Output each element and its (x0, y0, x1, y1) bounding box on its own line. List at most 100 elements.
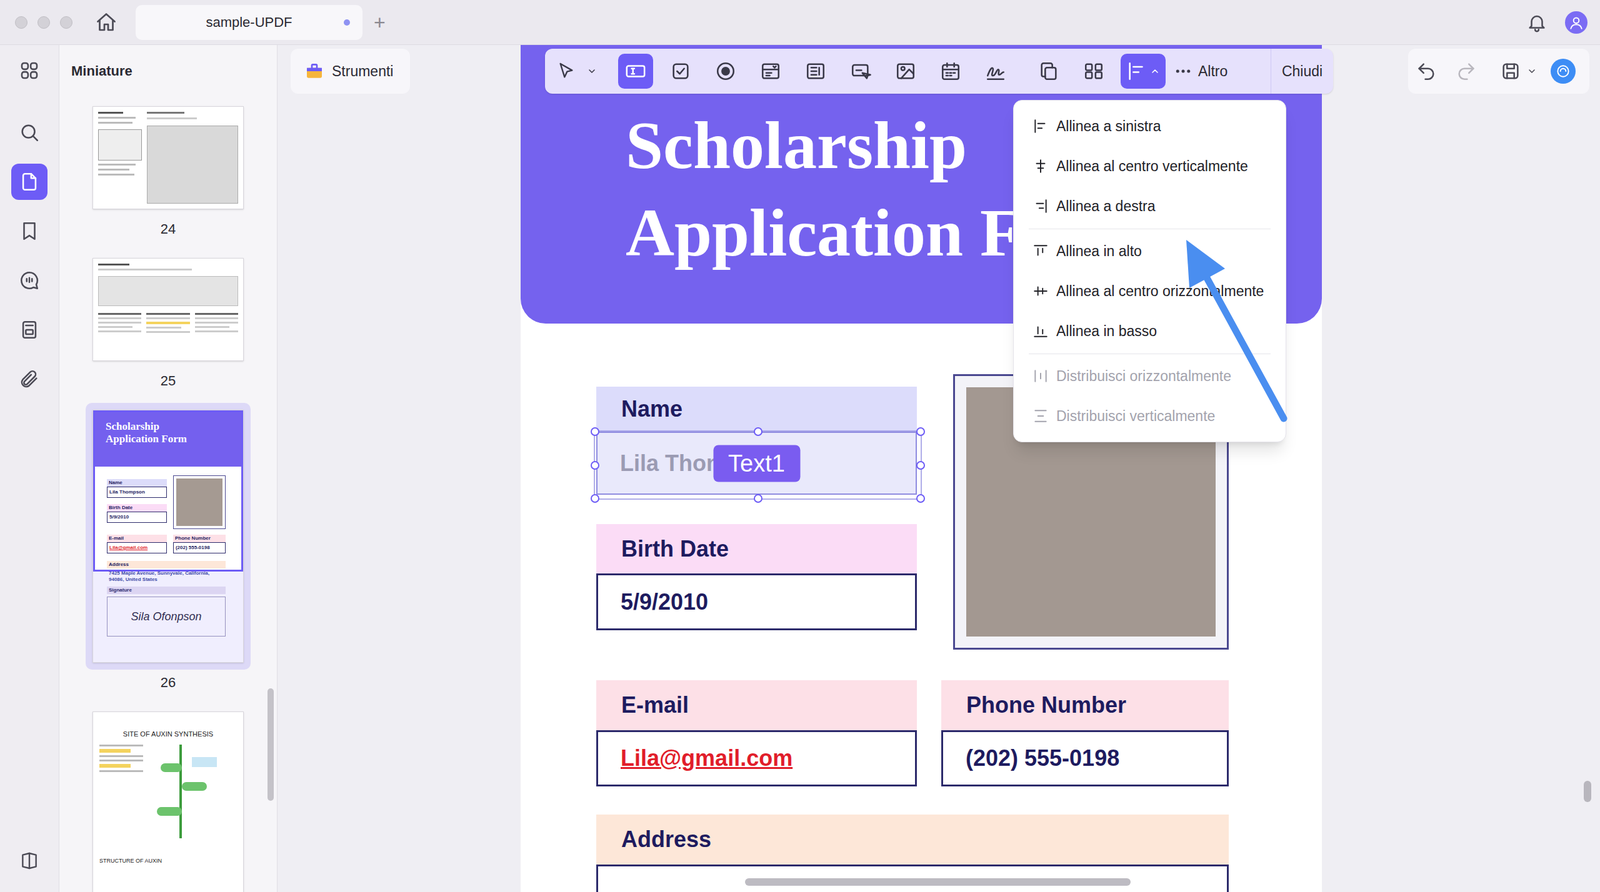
undo-icon[interactable] (1415, 60, 1437, 82)
text-line (146, 313, 190, 315)
new-tab-button[interactable]: + (373, 12, 386, 33)
form-field[interactable]: (202) 555-0198 (941, 730, 1229, 787)
caret-icon (1150, 66, 1160, 77)
form-toolbar: Altro Chiudi (545, 48, 1334, 94)
more-icon[interactable] (1173, 61, 1193, 81)
document-tab[interactable]: sample-UPDF (135, 5, 363, 40)
form-field[interactable]: 5/9/2010 (596, 573, 917, 631)
thumbnail-image (92, 106, 244, 210)
save-options-chevron-icon[interactable] (1526, 66, 1537, 77)
text-line (98, 116, 136, 119)
thumbnail-photo (173, 475, 226, 530)
resize-handle[interactable] (590, 427, 600, 437)
thumbnail-subtitle: STRUCTURE OF AUXIN (99, 857, 237, 865)
pages-icon[interactable] (11, 163, 48, 200)
duplicate-tool[interactable] (1031, 53, 1067, 89)
annotation-arrow-icon (277, 45, 1600, 892)
text-line (98, 313, 142, 315)
panel-title: Miniature (71, 60, 133, 82)
thumbnail-label: E-mail (106, 535, 167, 543)
form-icon[interactable] (11, 311, 48, 349)
resize-handle[interactable] (753, 427, 763, 437)
menu-item[interactable]: Distribuisci verticalmente (1013, 396, 1286, 437)
form-field[interactable]: Lila@gmail.com (596, 730, 917, 787)
radio-tool[interactable] (708, 53, 744, 89)
align-icon (1032, 158, 1052, 175)
resize-handle[interactable] (916, 494, 925, 504)
layers-icon[interactable] (11, 843, 48, 880)
user-icon[interactable] (1565, 11, 1588, 34)
combo-box-tool[interactable] (753, 53, 789, 89)
field-label: Phone Number (941, 680, 1229, 731)
thumbnail-label: Address (106, 561, 226, 569)
signature-tool[interactable] (978, 53, 1014, 89)
menu-item[interactable]: Distribuisci orizzontalmente (1013, 356, 1286, 397)
text-line (98, 317, 142, 320)
date-tool[interactable] (933, 53, 969, 89)
attachment-icon[interactable] (11, 361, 48, 398)
checkbox-tool[interactable] (663, 53, 699, 89)
save-icon[interactable] (1500, 60, 1522, 82)
redo-icon[interactable] (1455, 60, 1477, 82)
resize-handle[interactable] (916, 427, 925, 437)
menu-item[interactable]: Allinea a destra (1013, 186, 1286, 227)
resize-handle[interactable] (590, 494, 600, 504)
menu-item[interactable]: Allinea in basso (1013, 311, 1286, 352)
list-box-tool[interactable] (798, 53, 834, 89)
align-icon (1032, 118, 1052, 135)
text-line (98, 326, 133, 329)
align-tool[interactable] (1120, 53, 1166, 89)
select-mode-chevron-icon[interactable] (586, 66, 597, 77)
comment-icon[interactable] (11, 262, 48, 299)
resize-handle[interactable] (753, 494, 763, 504)
button-tool[interactable] (843, 53, 879, 89)
image-tool[interactable] (888, 53, 924, 89)
menu-item[interactable]: Allinea in alto (1013, 231, 1286, 272)
ai-assistant-icon[interactable] (1550, 58, 1576, 84)
bell-icon[interactable] (1526, 11, 1548, 34)
page-thumbnail[interactable] (85, 251, 251, 369)
thumbnail-value: Lila Thompson (106, 486, 167, 499)
vertical-scrollbar[interactable] (1583, 781, 1592, 803)
window-button[interactable] (15, 16, 28, 29)
thumbnail-value: (202) 555-0198 (173, 542, 226, 554)
menu-item[interactable]: Allinea al centro verticalmente (1013, 146, 1286, 187)
field-label: Address (596, 815, 1229, 865)
menu-item[interactable]: Allinea al centro orizzontalmente (1013, 271, 1286, 312)
tools-button[interactable]: Strumenti (290, 48, 410, 94)
page-number: 24 (160, 220, 176, 239)
field-label: Birth Date (596, 524, 917, 574)
page-thumbnail[interactable] (85, 99, 251, 217)
viewport-frame (93, 410, 244, 572)
horizontal-scrollbar[interactable] (745, 878, 1131, 887)
window-button[interactable] (37, 16, 50, 29)
text-line (195, 313, 239, 315)
close-button[interactable]: Chiudi (1270, 48, 1334, 94)
page-thumbnail[interactable]: SITE OF AUXIN SYNTHESISSTRUCTURE OF AUXI… (85, 705, 251, 892)
text-line (99, 764, 131, 769)
thumbnail-scrollbar[interactable] (267, 688, 274, 802)
thumbnail-title: Scholarship Application Form (105, 420, 200, 446)
grid-tool[interactable] (1076, 53, 1112, 89)
text-line (146, 326, 181, 329)
window-button[interactable] (60, 16, 73, 29)
resize-handle[interactable] (916, 461, 925, 470)
offscreen-tint (93, 571, 244, 663)
bookmark-icon[interactable] (11, 213, 48, 250)
menu-item[interactable]: Allinea a sinistra (1013, 106, 1286, 147)
text-line (146, 317, 190, 320)
form-field[interactable]: Lila ThomText1 (596, 431, 917, 495)
text-line (99, 749, 131, 754)
search-icon[interactable] (11, 114, 48, 151)
thumbnail-value: Lila@gmail.com (106, 542, 167, 554)
home-icon[interactable] (95, 11, 118, 34)
text-field-tool[interactable] (618, 53, 654, 89)
text-line (98, 330, 142, 333)
resize-handle[interactable] (590, 461, 600, 470)
select-tool[interactable] (553, 53, 579, 89)
overview-icon[interactable] (11, 52, 48, 89)
more-button[interactable]: Altro (1198, 60, 1228, 83)
page-thumbnail[interactable]: Scholarship Application FormNameLila Tho… (85, 403, 251, 670)
field-label: E-mail (596, 680, 917, 731)
thumbnail-panel: Miniature2425Scholarship Application For… (59, 45, 278, 892)
